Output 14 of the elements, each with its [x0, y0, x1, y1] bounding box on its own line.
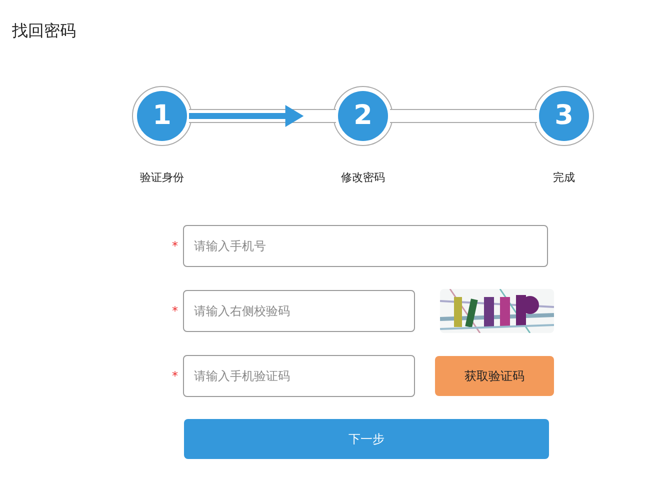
step-circle: 2	[333, 86, 393, 146]
step-label: 修改密码	[341, 170, 385, 186]
input-field[interactable]: 请输入右侧校验码	[183, 290, 415, 332]
get-code-button[interactable]: 获取验证码	[435, 356, 554, 396]
input-field[interactable]: 请输入手机号	[183, 224, 548, 266]
required-mark: *	[172, 368, 179, 384]
required-mark: *	[172, 238, 179, 254]
step-circle: 3	[534, 86, 594, 146]
step-circle: 1	[132, 86, 192, 146]
input-field[interactable]: 请输入手机验证码	[183, 354, 415, 396]
required-mark: *	[172, 302, 179, 320]
step-label: 验证身份	[140, 170, 184, 186]
page-title: 找回密码	[11, 20, 77, 42]
step-label: 完成	[553, 170, 575, 186]
